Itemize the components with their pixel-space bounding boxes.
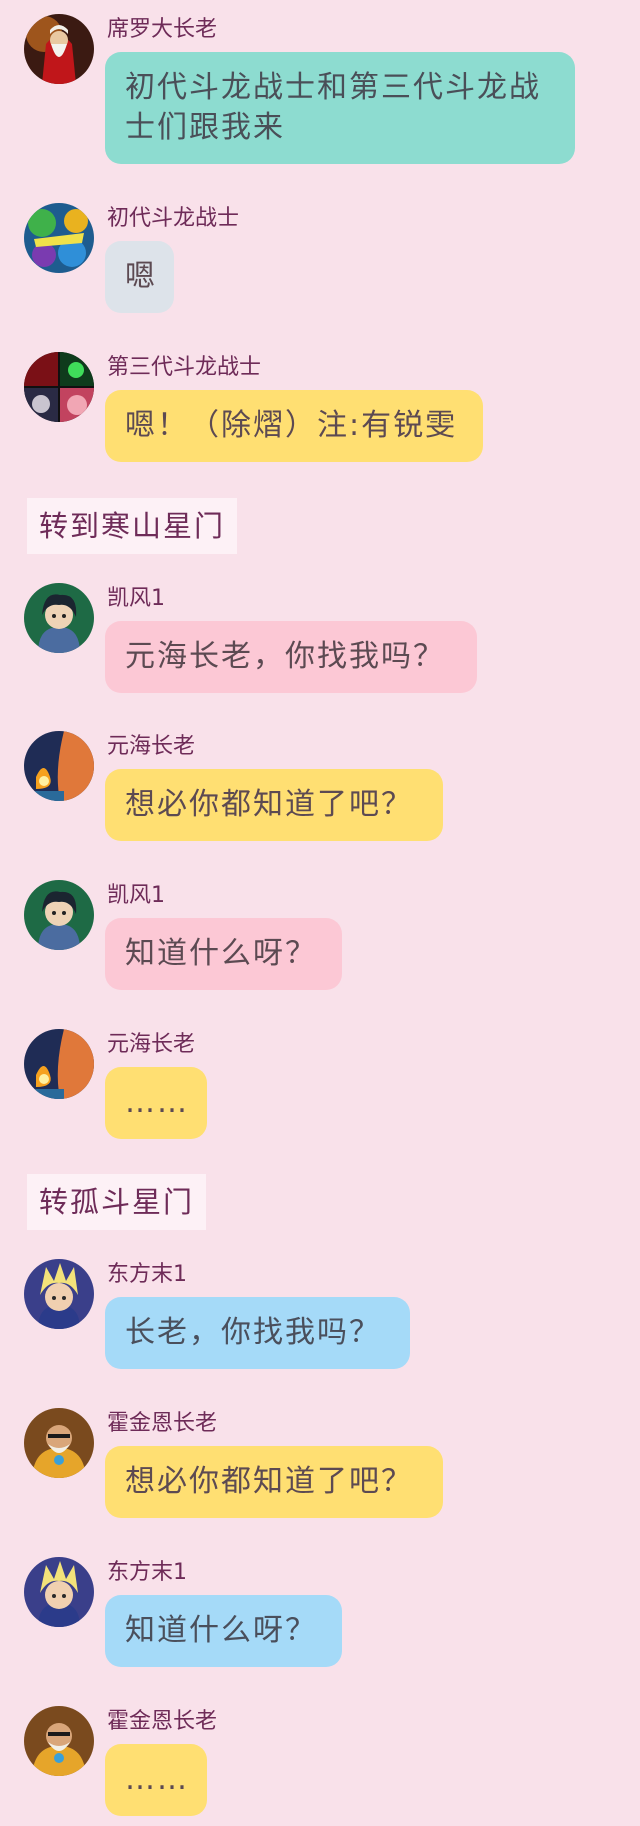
elder-yuanhai-avatar[interactable] [24,731,94,801]
third-gen-warriors-avatar[interactable] [24,352,94,422]
sender-name: 元海长老 [107,734,196,759]
elder-yuanhai-avatar[interactable] [24,1029,94,1099]
message-bubble[interactable]: 想必你都知道了吧？ [105,769,443,841]
sender-name: 席罗大长老 [107,17,218,42]
message-bubble[interactable]: 嗯 [105,241,174,313]
sender-name: 霍金恩长老 [107,1411,218,1436]
message-bubble[interactable]: 知道什么呀？ [105,1595,342,1667]
kaifeng-avatar[interactable] [24,880,94,950]
message-bubble[interactable]: 初代斗龙战士和第三代斗龙战士们跟我来 [105,52,575,164]
message-bubble[interactable]: 想必你都知道了吧？ [105,1446,443,1518]
sender-name: 元海长老 [107,1032,196,1057]
message-bubble[interactable]: 知道什么呀？ [105,918,342,990]
dongfangmo-avatar[interactable] [24,1259,94,1329]
message-bubble[interactable]: …… [105,1744,207,1816]
message-bubble[interactable]: 元海长老，你找我吗？ [105,621,477,693]
first-gen-warriors-avatar[interactable] [24,203,94,273]
sender-name: 东方末1 [107,1262,187,1287]
elder-huojinen-avatar[interactable] [24,1706,94,1776]
kaifeng-avatar[interactable] [24,583,94,653]
sender-name: 第三代斗龙战士 [107,355,262,380]
dongfangmo-avatar[interactable] [24,1557,94,1627]
scene-transition-label: 转孤斗星门 [27,1174,207,1230]
sender-name: 凯风1 [107,883,165,908]
message-bubble[interactable]: …… [105,1067,207,1139]
sender-name: 凯风1 [107,586,165,611]
sender-name: 霍金恩长老 [107,1709,218,1734]
elder-huojinen-avatar[interactable] [24,1408,94,1478]
message-bubble[interactable]: 长老，你找我吗？ [105,1297,410,1369]
sender-name: 东方末1 [107,1560,187,1585]
scene-transition-label: 转到寒山星门 [27,498,238,554]
elder-xiluo-avatar[interactable] [24,14,94,84]
message-bubble[interactable]: 嗯！（除熠）注:有锐雯 [105,390,483,462]
chat-transcript: 席罗大长老 初代斗龙战士和第三代斗龙战士们跟我来 初代斗龙战士 嗯 第三代斗龙战… [0,0,640,1826]
sender-name: 初代斗龙战士 [107,206,240,231]
